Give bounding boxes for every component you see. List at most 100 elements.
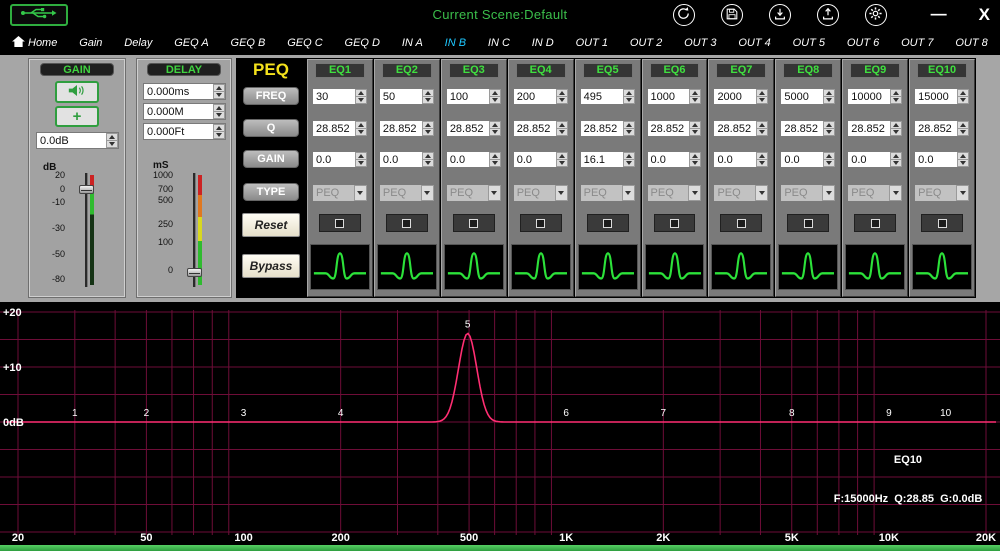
- band-enable-checkbox[interactable]: [536, 218, 546, 228]
- band-gain-value[interactable]: 0.0: [447, 152, 489, 167]
- delay-fader-knob[interactable]: [187, 268, 202, 277]
- spin-down-icon[interactable]: [421, 160, 434, 167]
- band-gain-value[interactable]: 0.0: [915, 152, 957, 167]
- spin-down-icon[interactable]: [213, 132, 225, 139]
- band-marker[interactable]: 2: [144, 408, 150, 419]
- spin-up-icon[interactable]: [421, 121, 434, 129]
- spin-up-icon[interactable]: [890, 89, 903, 97]
- band-marker[interactable]: 10: [940, 408, 952, 419]
- spin-up-icon[interactable]: [890, 121, 903, 129]
- tab-out-3[interactable]: OUT 3: [684, 37, 716, 49]
- band-curve-icon[interactable]: [577, 244, 638, 290]
- spin-up-icon[interactable]: [555, 89, 568, 97]
- spin-down-icon[interactable]: [421, 129, 434, 136]
- spin-up-icon[interactable]: [421, 89, 434, 97]
- spin-up-icon[interactable]: [106, 133, 118, 141]
- response-graph[interactable]: 1 2 3 4 5 6 7 8 9 10 +20 +10 0dB EQ10 F:15000Hz Q:28…: [0, 302, 1000, 545]
- band-marker[interactable]: 7: [661, 408, 667, 419]
- band-curve-icon[interactable]: [310, 244, 370, 290]
- spin-up-icon[interactable]: [823, 152, 836, 160]
- band-type-dropdown[interactable]: PEQ: [445, 184, 502, 202]
- delay-ft-spinner[interactable]: 0.000Ft: [143, 123, 226, 140]
- gain-spinner[interactable]: 0.0dB: [36, 132, 119, 149]
- band-enable-checkbox[interactable]: [469, 218, 479, 228]
- spin-up-icon[interactable]: [622, 121, 635, 129]
- spin-up-icon[interactable]: [354, 89, 367, 97]
- spin-up-icon[interactable]: [957, 89, 970, 97]
- band-gain-spinner[interactable]: 0.0: [512, 151, 569, 168]
- delay-m-value[interactable]: 0.000M: [144, 104, 213, 119]
- settings-button[interactable]: [864, 4, 887, 26]
- band-q-value[interactable]: 28.852: [380, 121, 422, 136]
- band-gain-value[interactable]: 0.0: [313, 152, 355, 167]
- bypass-button[interactable]: Bypass: [242, 254, 300, 278]
- band-gain-spinner[interactable]: 0.0: [646, 151, 703, 168]
- band-gain-spinner[interactable]: 0.0: [847, 151, 904, 168]
- spin-up-icon[interactable]: [756, 152, 769, 160]
- band-q-value[interactable]: 28.852: [714, 121, 756, 136]
- spin-up-icon[interactable]: [756, 121, 769, 129]
- band-gain-spinner[interactable]: 16.1: [579, 151, 636, 168]
- band-marker[interactable]: 4: [338, 408, 344, 419]
- band-gain-value[interactable]: 16.1: [581, 152, 623, 167]
- load-scene-button[interactable]: [768, 4, 791, 26]
- band-q-spinner[interactable]: 28.852: [579, 120, 636, 137]
- band-enable-checkbox[interactable]: [335, 218, 345, 228]
- spin-down-icon[interactable]: [957, 97, 970, 104]
- gain-fader-knob[interactable]: [79, 185, 94, 194]
- spin-up-icon[interactable]: [689, 152, 702, 160]
- q-row-button[interactable]: Q: [243, 119, 299, 137]
- band-gain-spinner[interactable]: 0.0: [780, 151, 837, 168]
- spin-up-icon[interactable]: [421, 152, 434, 160]
- spin-down-icon[interactable]: [756, 160, 769, 167]
- band-q-value[interactable]: 28.852: [447, 121, 489, 136]
- spin-down-icon[interactable]: [488, 97, 501, 104]
- tab-in-a[interactable]: IN A: [402, 37, 423, 49]
- freq-row-button[interactable]: FREQ: [243, 87, 299, 105]
- band-type-dropdown[interactable]: PEQ: [579, 184, 636, 202]
- spin-up-icon[interactable]: [622, 152, 635, 160]
- spin-down-icon[interactable]: [689, 129, 702, 136]
- band-gain-value[interactable]: 0.0: [648, 152, 690, 167]
- band-curve-icon[interactable]: [510, 244, 571, 290]
- band-freq-spinner[interactable]: 5000: [780, 88, 837, 105]
- tab-geq-c[interactable]: GEQ C: [287, 37, 322, 49]
- band-q-spinner[interactable]: 28.852: [512, 120, 569, 137]
- band-enable-checkbox[interactable]: [803, 218, 813, 228]
- band-enable-checkbox[interactable]: [669, 218, 679, 228]
- band-q-spinner[interactable]: 28.852: [713, 120, 770, 137]
- band-q-value[interactable]: 28.852: [915, 121, 957, 136]
- band-q-spinner[interactable]: 28.852: [312, 120, 368, 137]
- band-gain-spinner[interactable]: 0.0: [312, 151, 368, 168]
- spin-up-icon[interactable]: [354, 152, 367, 160]
- band-marker[interactable]: 3: [241, 408, 247, 419]
- band-gain-value[interactable]: 0.0: [514, 152, 556, 167]
- delay-ms-spinner[interactable]: 0.000ms: [143, 83, 226, 100]
- band-type-dropdown[interactable]: PEQ: [512, 184, 569, 202]
- type-row-button[interactable]: TYPE: [243, 183, 299, 201]
- band-marker[interactable]: 5: [465, 319, 471, 330]
- band-gain-value[interactable]: 0.0: [848, 152, 890, 167]
- spin-down-icon[interactable]: [488, 160, 501, 167]
- band-gain-spinner[interactable]: 0.0: [713, 151, 770, 168]
- minimize-button[interactable]: —: [931, 4, 947, 26]
- band-type-dropdown[interactable]: PEQ: [713, 184, 770, 202]
- tab-geq-d[interactable]: GEQ D: [345, 37, 380, 49]
- store-scene-button[interactable]: [816, 4, 839, 26]
- band-freq-spinner[interactable]: 30: [312, 88, 368, 105]
- spin-down-icon[interactable]: [421, 97, 434, 104]
- band-type-dropdown[interactable]: PEQ: [646, 184, 703, 202]
- band-freq-value[interactable]: 15000: [915, 89, 957, 104]
- band-marker[interactable]: 6: [563, 408, 569, 419]
- band-curve-icon[interactable]: [443, 244, 504, 290]
- band-enable-checkbox[interactable]: [937, 218, 947, 228]
- band-curve-icon[interactable]: [778, 244, 839, 290]
- spin-up-icon[interactable]: [622, 89, 635, 97]
- spin-down-icon[interactable]: [622, 97, 635, 104]
- spin-down-icon[interactable]: [213, 112, 225, 119]
- band-curve-icon[interactable]: [376, 244, 437, 290]
- spin-down-icon[interactable]: [106, 141, 118, 148]
- spin-down-icon[interactable]: [823, 97, 836, 104]
- band-enable-checkbox[interactable]: [603, 218, 613, 228]
- spin-up-icon[interactable]: [488, 152, 501, 160]
